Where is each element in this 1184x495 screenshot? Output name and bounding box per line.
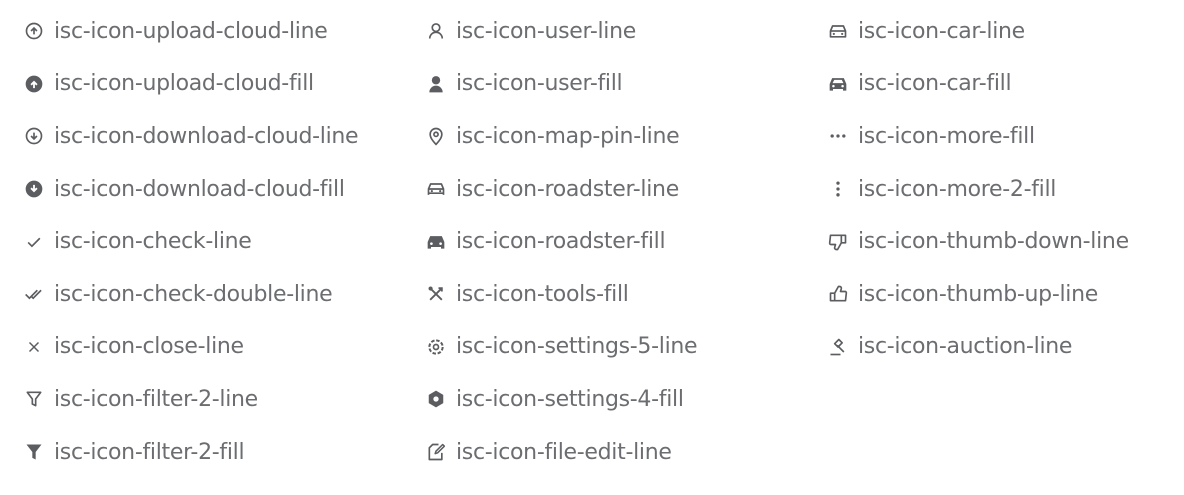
icon-label: isc-icon-close-line — [54, 334, 244, 360]
icon-list-item: isc-icon-map-pin-line — [424, 110, 697, 163]
icon-label: isc-icon-tools-fill — [456, 281, 629, 307]
map-pin-line-icon — [424, 124, 448, 148]
icon-list-item: isc-icon-check-double-line — [22, 268, 358, 321]
check-double-line-icon — [22, 282, 46, 306]
close-line-icon — [22, 335, 46, 359]
icon-list-item: isc-icon-user-fill — [424, 58, 697, 111]
thumb-down-line-icon — [826, 230, 850, 254]
download-cloud-line-icon — [22, 124, 46, 148]
icon-list-item: isc-icon-filter-2-line — [22, 373, 358, 426]
icon-label: isc-icon-car-line — [858, 18, 1025, 44]
icon-label: isc-icon-settings-5-line — [456, 334, 698, 360]
icon-list-item: isc-icon-download-cloud-fill — [22, 163, 358, 216]
icon-list-item: isc-icon-filter-2-fill — [22, 426, 358, 479]
icon-list-column-2: isc-icon-user-line isc-icon-user-fill is… — [424, 5, 698, 479]
icon-label: isc-icon-check-line — [54, 229, 252, 255]
icon-label: isc-icon-thumb-up-line — [858, 281, 1098, 307]
icon-list-item: isc-icon-thumb-down-line — [826, 215, 1129, 268]
icon-label: isc-icon-filter-2-line — [54, 386, 258, 412]
more-2-fill-icon — [826, 177, 850, 201]
icon-list-item: isc-icon-close-line — [22, 321, 358, 374]
icon-list-item: isc-icon-settings-5-line — [424, 321, 698, 374]
car-fill-icon — [826, 72, 850, 96]
icon-label: isc-icon-auction-line — [858, 334, 1073, 360]
icon-list-column-3: isc-icon-car-line isc-icon-car-fill isc-… — [826, 5, 1129, 373]
icon-list-item: isc-icon-thumb-up-line — [826, 268, 1129, 321]
icon-label: isc-icon-thumb-down-line — [858, 229, 1129, 255]
car-line-icon — [826, 19, 850, 43]
icon-label: isc-icon-check-double-line — [54, 281, 333, 307]
roadster-line-icon — [424, 177, 448, 201]
icon-list-item: isc-icon-car-fill — [826, 58, 1129, 111]
icon-list-item: isc-icon-upload-cloud-fill — [22, 58, 358, 111]
icon-list-item: isc-icon-upload-cloud-line — [22, 5, 358, 58]
tools-fill-icon — [424, 282, 448, 306]
filter-2-fill-icon — [22, 440, 46, 464]
roadster-fill-icon — [424, 230, 448, 254]
settings-5-line-icon — [424, 335, 448, 359]
icon-label: isc-icon-car-fill — [858, 71, 1012, 97]
download-cloud-fill-icon — [22, 177, 46, 201]
icon-list-item: isc-icon-more-2-fill — [826, 163, 1129, 216]
icon-label: isc-icon-roadster-line — [456, 176, 679, 202]
icon-list-item: isc-icon-settings-4-fill — [424, 373, 697, 426]
thumb-up-line-icon — [826, 282, 850, 306]
user-fill-icon — [424, 72, 448, 96]
icon-label: isc-icon-user-fill — [456, 71, 623, 97]
icon-label: isc-icon-settings-4-fill — [456, 386, 684, 412]
upload-cloud-fill-icon — [22, 72, 46, 96]
icon-label: isc-icon-more-2-fill — [858, 176, 1057, 202]
icon-list-item: isc-icon-file-edit-line — [424, 426, 697, 479]
icon-label: isc-icon-user-line — [456, 18, 636, 44]
icon-label: isc-icon-file-edit-line — [456, 439, 672, 465]
more-fill-icon — [826, 124, 850, 148]
auction-line-icon — [826, 335, 850, 359]
file-edit-line-icon — [424, 440, 448, 464]
icon-label: isc-icon-download-cloud-line — [54, 123, 359, 149]
icon-label: isc-icon-map-pin-line — [456, 123, 680, 149]
icon-label: isc-icon-upload-cloud-line — [54, 18, 328, 44]
icon-label: isc-icon-filter-2-fill — [54, 439, 245, 465]
upload-cloud-line-icon — [22, 19, 46, 43]
icon-list-item: isc-icon-user-line — [424, 5, 697, 58]
icon-label: isc-icon-roadster-fill — [456, 229, 666, 255]
icon-list-item: isc-icon-roadster-fill — [424, 215, 697, 268]
user-line-icon — [424, 19, 448, 43]
settings-4-fill-icon — [424, 387, 448, 411]
icon-list-column-1: isc-icon-upload-cloud-line isc-icon-uplo… — [22, 5, 359, 479]
icon-list-item: isc-icon-more-fill — [826, 110, 1129, 163]
icon-label: isc-icon-more-fill — [858, 123, 1035, 149]
icon-list-item: isc-icon-roadster-line — [424, 163, 697, 216]
icon-list-item: isc-icon-tools-fill — [424, 268, 697, 321]
icon-list-item: isc-icon-download-cloud-line — [22, 110, 359, 163]
check-line-icon — [22, 230, 46, 254]
icon-list-item: isc-icon-car-line — [826, 5, 1129, 58]
filter-2-line-icon — [22, 387, 46, 411]
icon-label: isc-icon-upload-cloud-fill — [54, 71, 314, 97]
icon-label: isc-icon-download-cloud-fill — [54, 176, 345, 202]
icon-list-item: isc-icon-auction-line — [826, 321, 1129, 374]
icon-list-item: isc-icon-check-line — [22, 215, 358, 268]
